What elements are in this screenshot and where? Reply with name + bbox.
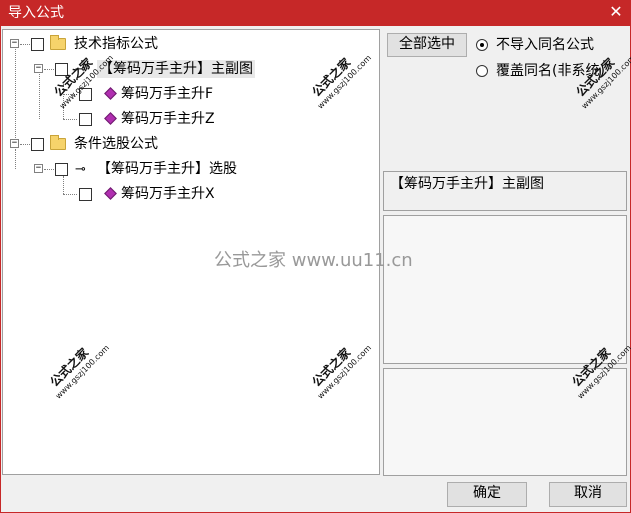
item-main-expander[interactable]: −	[34, 64, 43, 73]
formula-gem-icon	[104, 87, 117, 100]
formula-name-text: 【筹码万手主升】主副图	[390, 176, 544, 192]
formula-params-panel	[383, 368, 627, 476]
radio-skip-indicator[interactable]	[476, 39, 488, 51]
key-icon: ⊸	[75, 162, 86, 177]
tree-item-main-chart[interactable]: 【筹码万手主升】主副图	[97, 60, 255, 78]
tree-item-tech-indicator[interactable]: 技术指标公式	[74, 35, 158, 53]
tree-item-x[interactable]: 筹码万手主升X	[121, 185, 215, 203]
radio-overwrite-same-name[interactable]: 覆盖同名(非系统)	[476, 62, 626, 80]
folder-icon	[50, 35, 66, 50]
tree-item-z[interactable]: 筹码万手主升Z	[121, 110, 215, 128]
close-icon[interactable]: ✕	[607, 3, 625, 21]
tree-connector	[63, 119, 77, 120]
radio-skip-label: 不导入同名公式	[496, 37, 594, 53]
radio-skip-same-name[interactable]: 不导入同名公式	[476, 36, 626, 54]
tree-connector	[63, 94, 77, 95]
tree-item-condition-select[interactable]: 条件选股公式	[74, 135, 158, 153]
tree-connector	[20, 144, 30, 145]
cancel-button[interactable]: 取消	[549, 482, 627, 507]
tree-connector	[44, 169, 54, 170]
formula-description-panel	[383, 215, 627, 364]
tree-connector	[63, 176, 64, 194]
item-z-checkbox[interactable]	[79, 113, 92, 126]
tree-item-f[interactable]: 筹码万手主升F	[121, 85, 213, 103]
tree-connector	[15, 49, 16, 144]
tree-connector	[63, 194, 77, 195]
ok-button[interactable]: 确定	[447, 482, 527, 507]
tree-connector	[44, 69, 54, 70]
formula-gem-icon	[104, 187, 117, 200]
group-2-expander[interactable]: −	[10, 139, 19, 148]
title-bar: 导入公式 ✕	[0, 0, 631, 26]
tree-connector	[39, 74, 40, 119]
tree-item-stock-select[interactable]: 【筹码万手主升】选股	[97, 160, 237, 178]
group-2-checkbox[interactable]	[31, 138, 44, 151]
item-x-checkbox[interactable]	[79, 188, 92, 201]
group-1-expander[interactable]: −	[10, 39, 19, 48]
item-f-checkbox[interactable]	[79, 88, 92, 101]
formula-name-panel: 【筹码万手主升】主副图	[383, 171, 627, 211]
item-select-checkbox[interactable]	[55, 163, 68, 176]
radio-overwrite-indicator[interactable]	[476, 65, 488, 77]
item-main-checkbox[interactable]	[55, 63, 68, 76]
formula-gem-icon	[104, 112, 117, 125]
group-1-checkbox[interactable]	[31, 38, 44, 51]
key-icon: ⊸	[75, 62, 86, 77]
center-watermark: 公式之家 www.uu11.cn	[214, 250, 413, 271]
item-select-expander[interactable]: −	[34, 164, 43, 173]
tree-connector	[15, 149, 16, 169]
folder-icon	[50, 135, 66, 150]
tree-connector	[20, 44, 30, 45]
window-title: 导入公式	[8, 5, 64, 21]
radio-overwrite-label: 覆盖同名(非系统)	[496, 63, 605, 79]
select-all-button[interactable]: 全部选中	[387, 33, 467, 57]
tree-connector	[63, 82, 64, 119]
